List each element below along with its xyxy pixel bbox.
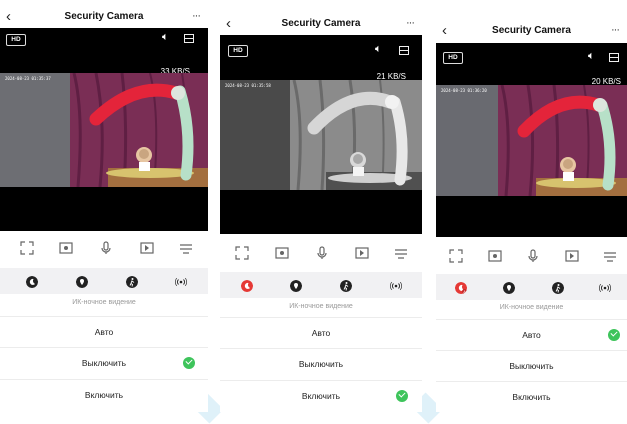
option-label: Авто <box>94 327 114 337</box>
camera-scene <box>220 80 422 190</box>
location-icon[interactable] <box>503 282 515 294</box>
camera-feed: 2024-08-23 01:35:58 <box>220 80 422 190</box>
option-label: Включить <box>84 390 124 400</box>
speaker-icon[interactable]: 🔈︎ <box>162 31 169 44</box>
motion-detection-icon[interactable] <box>552 282 564 294</box>
screenshot-icon[interactable] <box>488 249 502 263</box>
header: ‹ Security Camera ··· <box>0 7 208 27</box>
control-bar <box>436 241 627 273</box>
mode-bar <box>220 272 422 298</box>
motion-detection-icon[interactable] <box>126 276 138 288</box>
phone-screen-1: ‹ Security Camera ··· HD 🔈︎ 33 KB/S 2024… <box>0 0 208 412</box>
option-auto[interactable]: Авто <box>0 316 208 347</box>
camera-feed: 2024-08-23 01:36:20 <box>436 85 627 196</box>
page-title: Security Camera <box>281 18 361 29</box>
option-off[interactable]: Выключить <box>0 347 208 378</box>
control-bar <box>0 233 208 265</box>
option-label: Авто <box>522 330 541 340</box>
menu-icon[interactable] <box>179 241 193 255</box>
phone-screen-2: ‹ Security Camera ··· HD 🔈︎ 21 KB/S 2024… <box>220 0 422 412</box>
night-vision-icon[interactable] <box>241 280 253 292</box>
option-label: Включить <box>512 392 551 402</box>
camera-scene <box>0 73 208 187</box>
selected-check-icon <box>608 329 620 341</box>
record-icon[interactable] <box>355 246 369 260</box>
camera-feed: 2024-08-23 01:35:37 <box>0 73 208 187</box>
wireless-icon[interactable] <box>599 282 611 294</box>
option-label: Выключить <box>509 361 554 371</box>
video-area[interactable]: HD 🔈︎ 33 KB/S 2024-08-23 01:35:37 <box>0 28 208 231</box>
night-vision-icon[interactable] <box>26 276 38 288</box>
option-on[interactable]: Включить <box>220 380 422 411</box>
option-off[interactable]: Выключить <box>436 350 627 381</box>
wireless-icon[interactable] <box>175 276 187 288</box>
menu-icon[interactable] <box>394 246 408 260</box>
layout-icon[interactable] <box>184 34 194 43</box>
ir-night-vision-label: ИК-ночное видение <box>72 299 136 306</box>
microphone-icon[interactable] <box>99 241 113 255</box>
timestamp: 2024-08-23 01:36:20 <box>441 88 487 93</box>
header: ‹ Security Camera ··· <box>220 14 422 34</box>
record-icon[interactable] <box>140 241 154 255</box>
fullscreen-icon[interactable] <box>235 246 249 260</box>
hd-badge[interactable]: HD <box>228 45 248 57</box>
control-bar <box>220 238 422 270</box>
option-label: Выключить <box>81 358 127 368</box>
wireless-icon[interactable] <box>390 280 402 292</box>
location-icon[interactable] <box>76 276 88 288</box>
option-auto[interactable]: Авто <box>436 319 627 350</box>
night-vision-auto-icon[interactable]: A <box>455 282 467 294</box>
header: ‹ Security Camera ··· <box>436 21 627 41</box>
phone-screen-3: ‹ Security Camera ··· HD 🔈︎ 20 KB/S 2024… <box>436 0 627 412</box>
hd-badge[interactable]: HD <box>6 34 26 46</box>
microphone-icon[interactable] <box>315 246 329 260</box>
timestamp: 2024-08-23 01:35:58 <box>225 83 271 88</box>
video-area[interactable]: HD 🔈︎ 21 KB/S 2024-08-23 01:35:58 <box>220 35 422 234</box>
page-title: Security Camera <box>64 11 144 22</box>
fullscreen-icon[interactable] <box>20 241 34 255</box>
ir-night-vision-label: ИК-ночное видение <box>289 303 353 310</box>
video-area[interactable]: HD 🔈︎ 20 KB/S 2024-08-23 01:36:20 <box>436 43 627 237</box>
page-title: Security Camera <box>492 25 571 36</box>
mode-bar: A <box>436 274 627 300</box>
mode-bar <box>0 268 208 294</box>
option-label: Включить <box>301 391 341 401</box>
motion-detection-icon[interactable] <box>340 280 352 292</box>
timestamp: 2024-08-23 01:35:37 <box>5 76 51 81</box>
camera-scene <box>436 85 627 196</box>
option-on[interactable]: Включить <box>436 381 627 412</box>
microphone-icon[interactable] <box>526 249 540 263</box>
layout-icon[interactable] <box>399 46 409 55</box>
layout-icon[interactable] <box>609 53 619 62</box>
more-icon[interactable]: ··· <box>406 14 415 32</box>
fullscreen-icon[interactable] <box>449 249 463 263</box>
ir-night-vision-label: ИК-ночное видение <box>499 304 564 311</box>
option-auto[interactable]: Авто <box>220 317 422 348</box>
record-icon[interactable] <box>565 249 579 263</box>
selected-check-icon <box>396 390 408 402</box>
option-off[interactable]: Выключить <box>220 348 422 379</box>
speaker-icon[interactable]: 🔈︎ <box>588 50 595 63</box>
screenshot-icon[interactable] <box>275 246 289 260</box>
more-icon[interactable]: ··· <box>611 21 620 39</box>
option-on[interactable]: Включить <box>0 379 208 410</box>
more-icon[interactable]: ··· <box>192 7 201 25</box>
selected-check-icon <box>183 357 195 369</box>
menu-icon[interactable] <box>603 249 617 263</box>
option-label: Авто <box>311 328 331 338</box>
location-icon[interactable] <box>290 280 302 292</box>
hd-badge[interactable]: HD <box>443 52 463 64</box>
speaker-icon[interactable]: 🔈︎ <box>375 43 382 56</box>
option-label: Выключить <box>298 359 344 369</box>
screenshot-icon[interactable] <box>59 241 73 255</box>
